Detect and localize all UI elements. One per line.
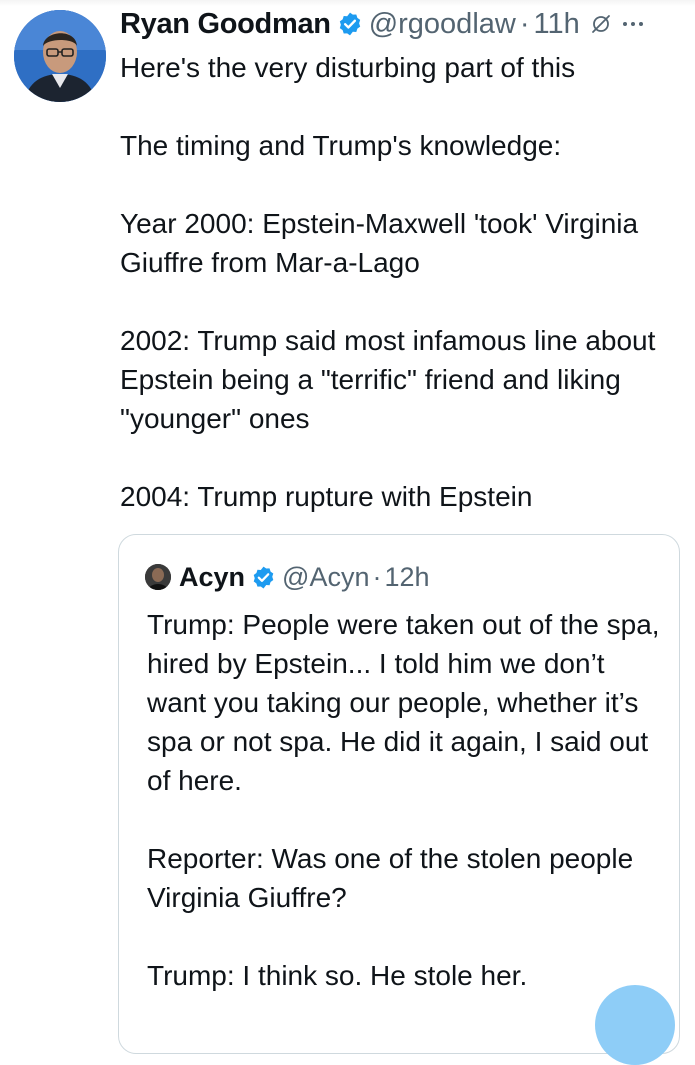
verified-badge-icon <box>251 565 276 590</box>
quoted-tweet-timestamp: 12h <box>384 561 430 592</box>
verified-badge-icon <box>337 11 363 37</box>
author-name[interactable]: Ryan Goodman <box>120 8 331 41</box>
quoted-author-name: Acyn <box>179 561 246 592</box>
separator-dot: · <box>519 7 530 40</box>
quoted-tweet-header: Acyn @Acyn · 12h <box>145 559 430 595</box>
tweet-timestamp[interactable]: 11h <box>534 8 580 41</box>
quoted-author-handle: @Acyn <box>282 561 370 592</box>
quoted-author-avatar <box>145 564 171 590</box>
quoted-tweet-text: Trump: People were taken out of the spa,… <box>147 609 660 991</box>
quoted-tweet-card[interactable]: Acyn @Acyn · 12h Trump: People were take… <box>118 534 680 1054</box>
more-options-icon[interactable] <box>620 13 646 35</box>
author-handle[interactable]: @rgoodlaw <box>369 8 516 41</box>
compose-button[interactable] <box>595 985 675 1065</box>
separator-dot: · <box>372 561 382 592</box>
author-avatar[interactable] <box>14 10 106 102</box>
profile-photo-icon <box>14 10 106 102</box>
profile-photo-icon <box>145 564 171 590</box>
tweet-header: Ryan Goodman @rgoodlaw · 11h <box>120 4 690 44</box>
grok-icon[interactable] <box>590 13 612 35</box>
tweet-text: Here's the very disturbing part of this … <box>120 52 656 512</box>
